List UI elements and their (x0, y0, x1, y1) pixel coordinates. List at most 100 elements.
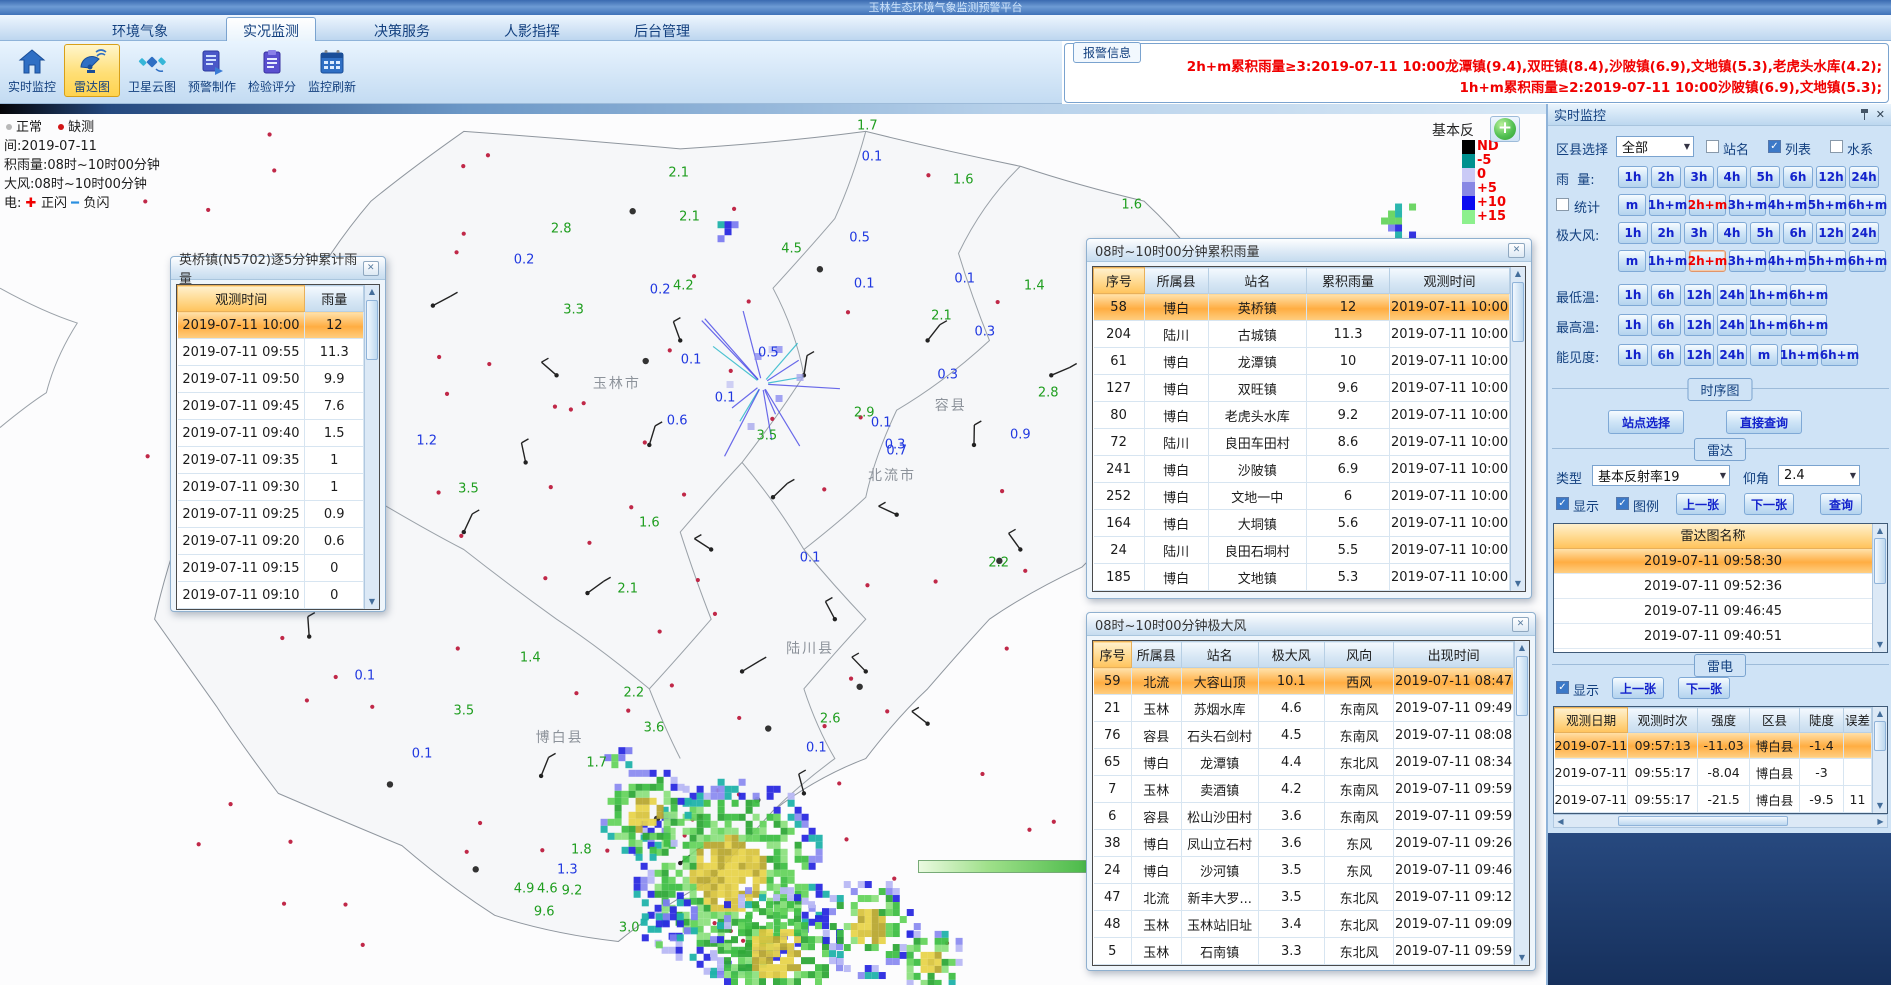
radar-checkbox-2[interactable]: ✓ (1616, 497, 1629, 510)
table-row[interactable]: 2019-07-11 09:150 (178, 555, 364, 582)
metric-button-5h+m[interactable]: 5h+m (1809, 250, 1846, 272)
table-row[interactable]: 24陆川良田石垌村5.52019-07-11 10:00 (1094, 537, 1510, 564)
metric-button-1h+m[interactable]: 1h+m (1649, 250, 1686, 272)
column-header[interactable]: 站名 (1181, 642, 1258, 668)
table-row[interactable]: 2019-07-11 09:457.6 (178, 393, 364, 420)
table-row[interactable]: 2019-07-11 09:509.9 (178, 366, 364, 393)
table-row[interactable]: 2019-07-11 09:100 (178, 582, 364, 609)
radar-nav-button-3[interactable]: 查询 (1820, 493, 1862, 515)
metric-button-1h[interactable]: 1h (1618, 344, 1648, 366)
column-header[interactable]: 雨量 (305, 286, 364, 312)
metric-button-6h+m[interactable]: 6h+m (1790, 284, 1827, 306)
column-header[interactable]: 所属县 (1131, 642, 1181, 668)
stats-checkbox[interactable] (1556, 198, 1569, 211)
scroll-up-icon[interactable]: ▲ (366, 286, 378, 298)
column-header[interactable]: 观测时间 (178, 286, 305, 312)
scroll-up-icon[interactable]: ▲ (1874, 525, 1886, 537)
close-icon[interactable]: ✕ (1508, 243, 1525, 258)
close-icon[interactable]: ✕ (1876, 108, 1885, 121)
scroll-up-icon[interactable]: ▲ (1516, 642, 1528, 654)
metric-button-6h+m[interactable]: 6h+m (1849, 250, 1886, 272)
metric-button-1h+m[interactable]: 1h+m (1649, 194, 1686, 216)
table-row[interactable]: 47北流新丰大罗...3.5东北风2019-07-11 09:12 (1094, 884, 1514, 911)
table-row[interactable]: 2019-07-11 09:200.6 (178, 528, 364, 555)
toolbar-button-3[interactable]: 卫星云图 (124, 44, 180, 97)
close-icon[interactable]: ✕ (1512, 617, 1529, 632)
metric-button-6h+m[interactable]: 6h+m (1790, 314, 1827, 336)
accum-rain-dialog[interactable]: 08时~10时00分钟累积雨量✕序号所属县站名累积雨量观测时间58博白英桥镇12… (1086, 238, 1532, 599)
metric-button-5h[interactable]: 5h (1750, 166, 1780, 188)
metric-button-24h[interactable]: 24h (1717, 284, 1747, 306)
metric-button-24h[interactable]: 24h (1717, 344, 1747, 366)
metric-button-m[interactable]: m (1618, 250, 1646, 272)
radar-list-scrollbar[interactable]: ▲▼ (1872, 524, 1887, 652)
column-header[interactable]: 序号 (1094, 268, 1145, 294)
table-row[interactable]: 65博白龙潭镇4.4东北风2019-07-11 08:34 (1094, 749, 1514, 776)
column-header[interactable]: 误差 (1843, 708, 1871, 733)
metric-button-12h[interactable]: 12h (1816, 166, 1846, 188)
metric-button-5h+m[interactable]: 5h+m (1809, 194, 1846, 216)
radar-nav-button-2[interactable]: 下一张 (1744, 493, 1794, 515)
table-row[interactable]: 2019-07-11 09:401.5 (178, 420, 364, 447)
table-row[interactable]: 6容县松山沙田村3.6东南风2019-07-11 09:59 (1094, 803, 1514, 830)
vertical-scrollbar[interactable]: ▲▼ (1514, 641, 1529, 965)
column-header[interactable]: 极大风 (1258, 642, 1324, 668)
radar-list-item[interactable]: 2019-07-11 09:46:45 (1554, 599, 1872, 624)
lightning-nav-button-2[interactable]: 下一张 (1678, 677, 1730, 699)
menu-item-1[interactable]: 环境气象 (96, 18, 184, 43)
metric-button-1h[interactable]: 1h (1618, 284, 1648, 306)
timeseries-button-2[interactable]: 直接查询 (1726, 410, 1802, 434)
close-icon[interactable]: ✕ (363, 261, 379, 276)
column-header[interactable]: 观测时次 (1628, 708, 1698, 733)
table-row[interactable]: 76容县石头石剑村4.5东南风2019-07-11 08:08 (1094, 722, 1514, 749)
table-row[interactable]: 80博白老虎头水库9.22019-07-11 10:00 (1094, 402, 1510, 429)
column-header[interactable]: 序号 (1094, 642, 1132, 668)
metric-button-12h[interactable]: 12h (1816, 222, 1846, 244)
lightning-show-checkbox[interactable]: ✓ (1556, 681, 1569, 694)
table-row[interactable]: 5玉林石南镇3.3东北风2019-07-11 09:59 (1094, 938, 1514, 965)
lightning-nav-button-1[interactable]: 上一张 (1612, 677, 1664, 699)
menu-item-3[interactable]: 决策服务 (358, 18, 446, 43)
scroll-down-icon[interactable]: ▼ (366, 596, 378, 608)
metric-button-1h+m[interactable]: 1h+m (1750, 314, 1787, 336)
metric-button-m[interactable]: m (1618, 194, 1646, 216)
table-row[interactable]: 2019-07-11 09:301 (178, 474, 364, 501)
metric-button-2h+m[interactable]: 2h+m (1689, 194, 1726, 216)
column-header[interactable]: 风向 (1325, 642, 1394, 668)
metric-button-3h+m[interactable]: 3h+m (1729, 250, 1766, 272)
scroll-down-icon[interactable]: ▼ (1516, 952, 1528, 964)
pin-icon[interactable] (1860, 109, 1869, 120)
lightning-table-scrollbar[interactable]: ▲▼ (1872, 707, 1887, 813)
view-checkbox-1[interactable] (1706, 140, 1719, 153)
metric-button-6h+m[interactable]: 6h+m (1849, 194, 1886, 216)
table-row[interactable]: 48玉林玉林站旧址3.4东北风2019-07-11 09:09 (1094, 911, 1514, 938)
metric-button-12h[interactable]: 12h (1684, 314, 1714, 336)
radar-elev-select[interactable]: 2.4▼ (1778, 465, 1860, 486)
radar-list-item[interactable]: 2019-07-11 09:52:36 (1554, 574, 1872, 599)
vertical-scrollbar[interactable]: ▲▼ (364, 285, 379, 609)
table-row[interactable]: 2019-07-1109:55:17-8.04博白县-3 (1555, 759, 1872, 786)
table-row[interactable]: 24博白沙河镇3.5东风2019-07-11 09:46 (1094, 857, 1514, 884)
scroll-up-icon[interactable]: ▲ (1512, 268, 1524, 280)
table-row[interactable]: 59北流大容山顶10.1西风2019-07-11 08:47 (1094, 668, 1514, 695)
max-wind-dialog[interactable]: 08时~10时00分钟极大风✕序号所属县站名极大风风向出现时间59北流大容山顶1… (1086, 612, 1536, 971)
district-select[interactable]: 全部▼ (1616, 136, 1694, 157)
metric-button-2h[interactable]: 2h (1651, 166, 1681, 188)
metric-button-24h[interactable]: 24h (1849, 166, 1879, 188)
column-header[interactable]: 所属县 (1144, 268, 1208, 294)
toolbar-button-6[interactable]: 监控刷新 (304, 44, 360, 97)
menu-item-5[interactable]: 后台管理 (618, 18, 706, 43)
column-header[interactable]: 出现时间 (1394, 642, 1514, 668)
column-header[interactable]: 站名 (1208, 268, 1306, 294)
scroll-down-icon[interactable]: ▼ (1874, 800, 1886, 812)
metric-button-12h[interactable]: 12h (1684, 284, 1714, 306)
metric-button-4h+m[interactable]: 4h+m (1769, 250, 1806, 272)
metric-button-6h[interactable]: 6h (1651, 284, 1681, 306)
metric-button-1h[interactable]: 1h (1618, 314, 1648, 336)
metric-button-2h+m[interactable]: 2h+m (1689, 250, 1726, 272)
metric-button-1h+m[interactable]: 1h+m (1781, 344, 1818, 366)
metric-button-6h+m[interactable]: 6h+m (1821, 344, 1858, 366)
metric-button-3h+m[interactable]: 3h+m (1729, 194, 1766, 216)
metric-button-6h[interactable]: 6h (1783, 166, 1813, 188)
scroll-down-icon[interactable]: ▼ (1512, 578, 1524, 590)
